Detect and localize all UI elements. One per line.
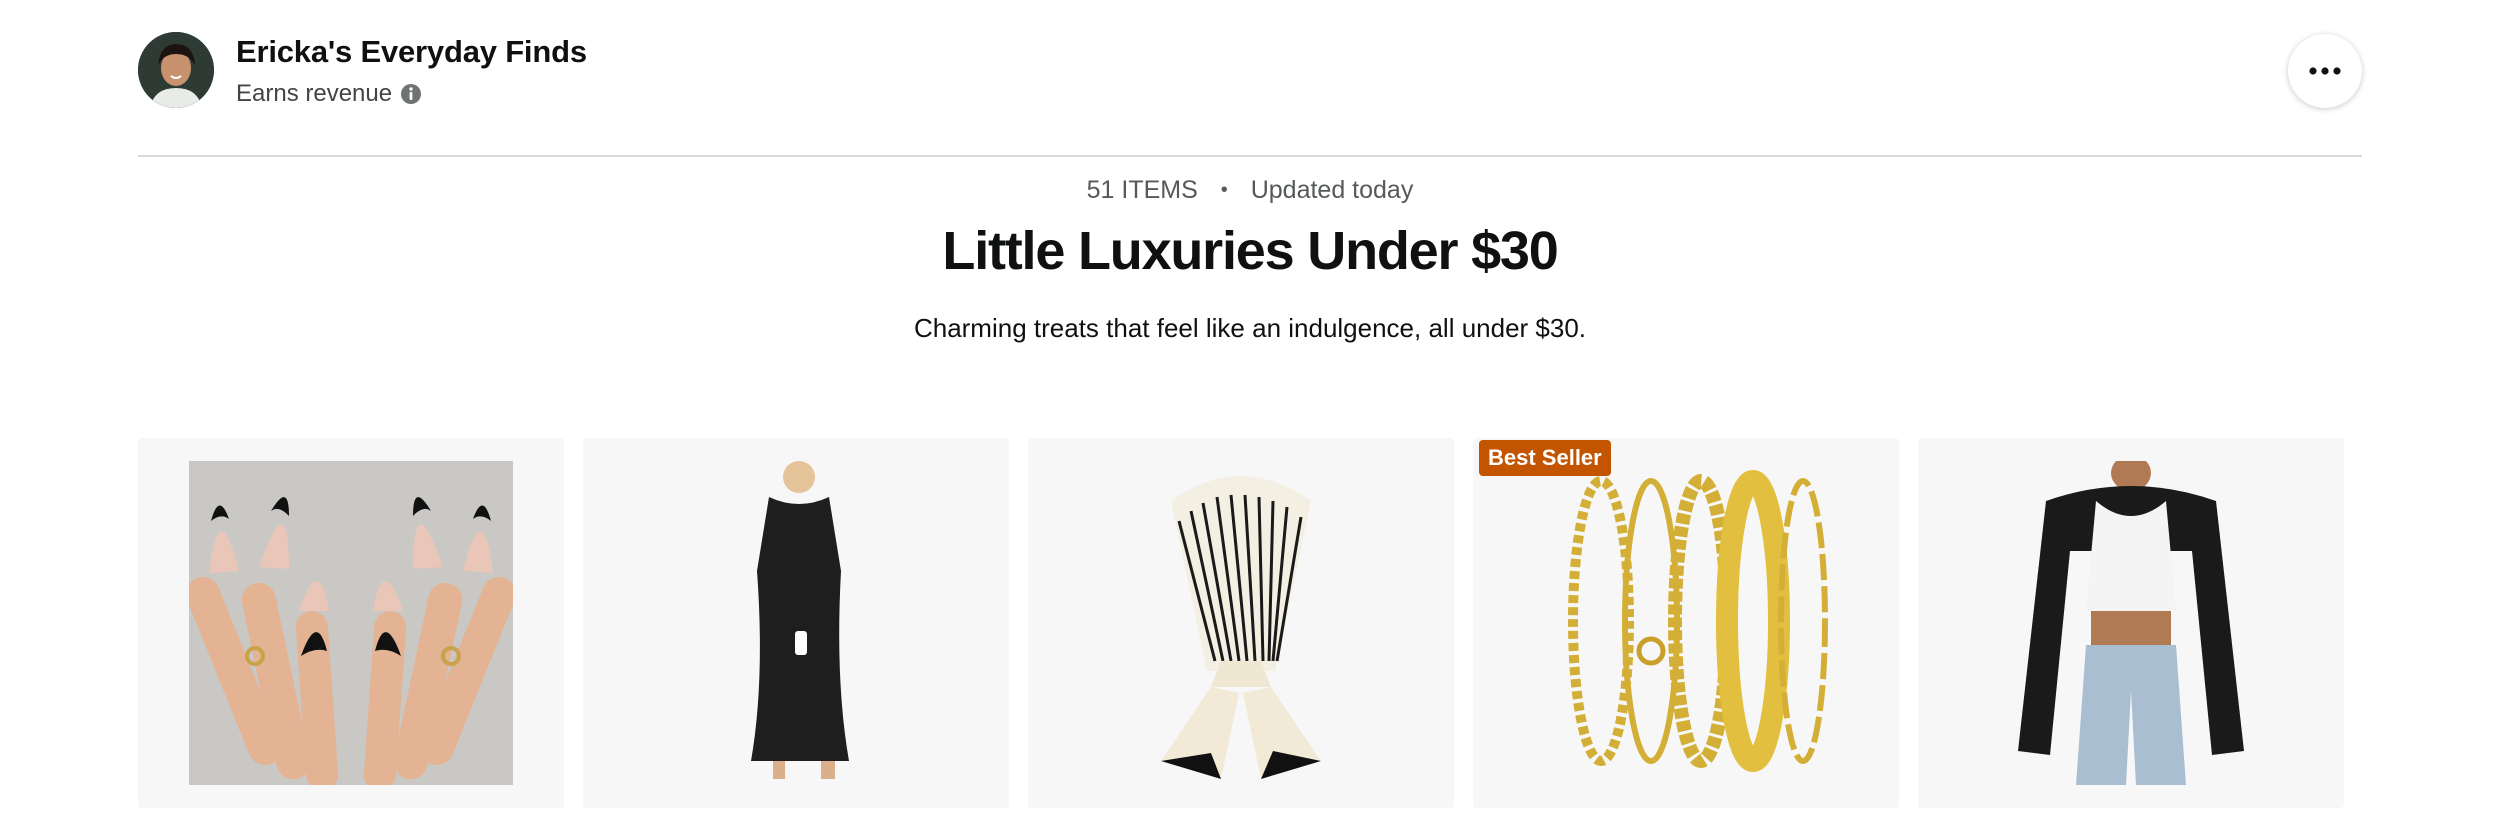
earns-revenue-label: Earns revenue bbox=[236, 80, 393, 107]
updated-label: Updated today bbox=[1250, 176, 1414, 204]
product-card-bracelets[interactable]: Best Seller bbox=[1473, 438, 1899, 808]
gold-bracelet-set-image bbox=[1568, 470, 1828, 772]
black-maxi-dress-image bbox=[751, 461, 849, 779]
meta-separator: • bbox=[1220, 179, 1228, 201]
earns-revenue: Earns revenue bbox=[236, 80, 422, 108]
more-options-button[interactable] bbox=[2288, 34, 2362, 108]
list-meta: 51 ITEMS • Updated today bbox=[0, 176, 2500, 205]
press-on-nails-image bbox=[189, 461, 513, 785]
item-count: 51 ITEMS bbox=[1086, 176, 1198, 204]
striped-silk-scarf-image bbox=[1161, 476, 1321, 779]
product-card-shrug[interactable] bbox=[1918, 438, 2344, 808]
product-card-nails[interactable] bbox=[138, 438, 564, 808]
list-description: Charming treats that feel like an indulg… bbox=[913, 313, 1587, 343]
product-card-scarf[interactable] bbox=[1028, 438, 1454, 808]
best-seller-badge: Best Seller bbox=[1479, 440, 1611, 476]
ellipsis-icon bbox=[2309, 67, 2341, 75]
page-title: Little Luxuries Under $30 bbox=[942, 221, 1558, 281]
product-card-dress[interactable] bbox=[583, 438, 1009, 808]
header-divider bbox=[138, 155, 2362, 157]
avatar[interactable] bbox=[138, 32, 214, 108]
black-shrug-cardigan-image bbox=[2018, 461, 2244, 785]
product-grid: Best Seller bbox=[138, 438, 2344, 810]
creator-name[interactable]: Ericka's Everyday Finds bbox=[236, 34, 587, 70]
creator-header: Ericka's Everyday Finds Earns revenue bbox=[138, 32, 2362, 122]
info-icon[interactable] bbox=[400, 83, 422, 105]
avatar-photo-icon bbox=[138, 32, 214, 108]
